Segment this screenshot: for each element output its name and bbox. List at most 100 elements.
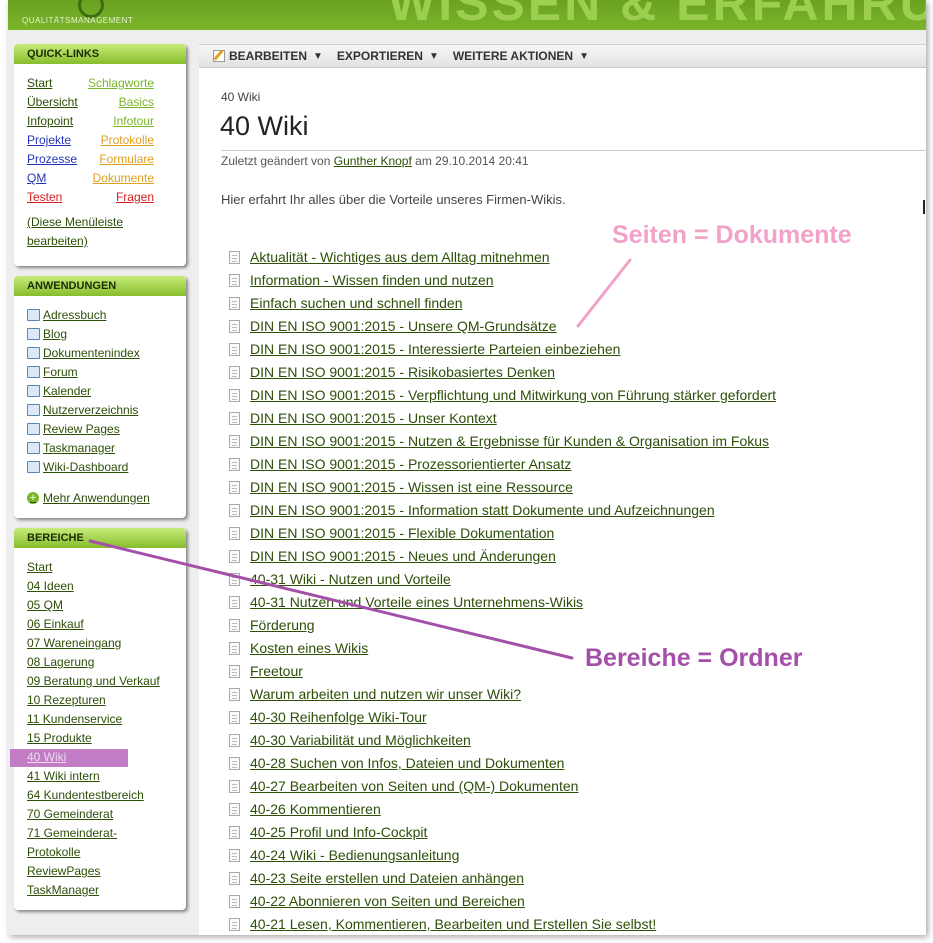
page-link[interactable]: 40-31 Wiki - Nutzen und Vorteile <box>250 571 451 587</box>
bereich-item[interactable]: 41 Wiki intern <box>27 769 100 783</box>
page-link[interactable]: 40-22 Abonnieren von Seiten und Bereiche… <box>250 893 525 909</box>
quicklink-protokolle[interactable]: Protokolle <box>101 133 154 147</box>
quicklink-basics[interactable]: Basics <box>119 95 154 109</box>
page-link[interactable]: Information - Wissen finden und nutzen <box>250 272 494 288</box>
page-link[interactable]: DIN EN ISO 9001:2015 - Neues und Änderun… <box>250 548 556 564</box>
quicklink-projekte[interactable]: Projekte <box>27 133 71 147</box>
page-link[interactable]: Freetour <box>250 663 303 679</box>
dashboard-icon <box>27 461 40 473</box>
more-apps-link[interactable]: + Mehr Anwendungen <box>27 490 150 506</box>
quicklink-fragen[interactable]: Fragen <box>116 190 154 204</box>
bereich-item[interactable]: 10 Rezepturen <box>27 693 106 707</box>
app-nutzerverzeichnis[interactable]: Nutzerverzeichnis <box>27 402 138 418</box>
page-link[interactable]: DIN EN ISO 9001:2015 - Prozessorientiert… <box>250 456 571 472</box>
bereich-item[interactable]: TaskManager <box>27 883 99 897</box>
page-list-item: DIN EN ISO 9001:2015 - Risikobasiertes D… <box>229 362 829 382</box>
bereich-item[interactable]: 15 Produkte <box>27 731 92 745</box>
quicklink-qm[interactable]: QM <box>27 171 46 185</box>
app-forum[interactable]: Forum <box>27 364 78 380</box>
page-link[interactable]: DIN EN ISO 9001:2015 - Verpflichtung und… <box>250 387 776 403</box>
app-adressbuch[interactable]: Adressbuch <box>27 307 106 323</box>
page-link[interactable]: DIN EN ISO 9001:2015 - Unsere QM-Grundsä… <box>250 318 557 334</box>
quicklink-dokumente[interactable]: Dokumente <box>93 171 154 185</box>
page-list-item: 40-31 Wiki - Nutzen und Vorteile <box>229 569 829 589</box>
document-icon <box>229 595 240 609</box>
page-link[interactable]: DIN EN ISO 9001:2015 - Flexible Dokument… <box>250 525 554 541</box>
quicklink-testen[interactable]: Testen <box>27 190 62 204</box>
quicklink-übersicht[interactable]: Übersicht <box>27 95 78 109</box>
app-dokumentenindex[interactable]: Dokumentenindex <box>27 345 140 361</box>
page-link[interactable]: Förderung <box>250 617 315 633</box>
page-link[interactable]: Aktualität - Wichtiges aus dem Alltag mi… <box>250 249 550 265</box>
edit-label: BEARBEITEN <box>229 49 308 63</box>
page-link[interactable]: DIN EN ISO 9001:2015 - Nutzen & Ergebnis… <box>250 433 769 449</box>
more-actions-button[interactable]: WEITERE AKTIONEN ▼ <box>453 49 589 63</box>
bereich-item[interactable]: 71 Gemeinderat- <box>27 826 117 840</box>
document-icon <box>229 296 240 310</box>
document-icon <box>229 917 240 931</box>
page-link[interactable]: Warum arbeiten und nutzen wir unser Wiki… <box>250 686 521 702</box>
bereich-item[interactable]: 08 Lagerung <box>27 655 94 669</box>
bereich-item[interactable]: 06 Einkauf <box>27 617 84 631</box>
calendar-icon <box>27 385 40 397</box>
bereich-item[interactable]: 09 Beratung und Verkauf <box>27 674 160 688</box>
more-actions-label: WEITERE AKTIONEN <box>452 49 574 63</box>
page-link[interactable]: DIN EN ISO 9001:2015 - Unser Kontext <box>250 410 497 426</box>
bereich-item[interactable]: 70 Gemeinderat <box>27 807 113 821</box>
edit-button[interactable]: BEARBEITEN ▼ <box>213 49 323 63</box>
page-list-item: 40-30 Variabilität und Möglichkeiten <box>229 730 829 750</box>
app-wiki-dashboard[interactable]: Wiki-Dashboard <box>27 459 128 475</box>
page-link[interactable]: Kosten eines Wikis <box>250 640 368 656</box>
page-link[interactable]: 40-23 Seite erstellen und Dateien anhäng… <box>250 870 524 886</box>
page-link[interactable]: 40-25 Profil und Info-Cockpit <box>250 824 427 840</box>
app-blog[interactable]: Blog <box>27 326 67 342</box>
blog-icon <box>27 328 40 340</box>
edit-menu-link-line2[interactable]: bearbeiten) <box>27 234 88 248</box>
page-list-item: 40-31 Nutzen und Vorteile eines Unterneh… <box>229 592 829 612</box>
page-link[interactable]: 40-27 Bearbeiten von Seiten und (QM-) Do… <box>250 778 578 794</box>
quicklink-schlagworte[interactable]: Schlagworte <box>88 76 154 90</box>
edit-menu-link-line1[interactable]: (Diese Menüleiste <box>27 215 123 229</box>
quicklink-start[interactable]: Start <box>27 76 52 90</box>
bereich-item[interactable]: 04 Ideen <box>27 579 74 593</box>
document-icon <box>229 457 240 471</box>
breadcrumb[interactable]: 40 Wiki <box>221 90 260 104</box>
quicklink-prozesse[interactable]: Prozesse <box>27 152 77 166</box>
export-button[interactable]: EXPORTIEREN ▼ <box>337 49 439 63</box>
page-toolbar: BEARBEITEN ▼ EXPORTIEREN ▼ WEITERE AKTIO… <box>199 44 926 68</box>
bereich-item[interactable]: 11 Kundenservice <box>27 712 122 726</box>
page-list-item: Förderung <box>229 615 829 635</box>
quicklink-infotour[interactable]: Infotour <box>113 114 154 128</box>
document-icon <box>229 572 240 586</box>
app-kalender[interactable]: Kalender <box>27 383 91 399</box>
page-link[interactable]: 40-30 Variabilität und Möglichkeiten <box>250 732 471 748</box>
page-list-item: DIN EN ISO 9001:2015 - Information statt… <box>229 500 829 520</box>
app-taskmanager[interactable]: Taskmanager <box>27 440 115 456</box>
quicklink-formulare[interactable]: Formulare <box>99 152 154 166</box>
quicklink-infopoint[interactable]: Infopoint <box>27 114 73 128</box>
page-link[interactable]: DIN EN ISO 9001:2015 - Interessierte Par… <box>250 341 620 357</box>
page-link[interactable]: 40-31 Nutzen und Vorteile eines Unterneh… <box>250 594 583 610</box>
page-link[interactable]: 40-30 Reihenfolge Wiki-Tour <box>250 709 427 725</box>
document-icon <box>229 434 240 448</box>
page-link[interactable]: 40-24 Wiki - Bedienungsanleitung <box>250 847 459 863</box>
bereich-item[interactable]: ReviewPages <box>27 864 100 878</box>
page-link[interactable]: 40-21 Lesen, Kommentieren, Bearbeiten un… <box>250 916 656 932</box>
app-review-pages[interactable]: Review Pages <box>27 421 120 437</box>
bereich-item[interactable]: Start <box>27 560 52 574</box>
page-link[interactable]: DIN EN ISO 9001:2015 - Wissen ist eine R… <box>250 479 573 495</box>
bereich-item[interactable]: 05 QM <box>27 598 63 612</box>
author-link[interactable]: Gunther Knopf <box>334 154 412 168</box>
page-link[interactable]: 40-28 Suchen von Infos, Dateien und Doku… <box>250 755 564 771</box>
document-icon <box>229 848 240 862</box>
page-link[interactable]: DIN EN ISO 9001:2015 - Risikobasiertes D… <box>250 364 555 380</box>
page-link[interactable]: DIN EN ISO 9001:2015 - Information statt… <box>250 502 715 518</box>
page-link[interactable]: Einfach suchen und schnell finden <box>250 295 462 311</box>
bereich-item[interactable]: 07 Wareneingang <box>27 636 121 650</box>
bereich-item[interactable]: 64 Kundentestbereich <box>27 788 144 802</box>
page-link[interactable]: 40-26 Kommentieren <box>250 801 381 817</box>
bereich-item[interactable]: 40 Wiki <box>27 750 66 764</box>
dropdown-arrow-icon: ▼ <box>579 50 589 62</box>
page-list-item: DIN EN ISO 9001:2015 - Unsere QM-Grundsä… <box>229 316 829 336</box>
bereich-item[interactable]: Protokolle <box>27 845 80 859</box>
